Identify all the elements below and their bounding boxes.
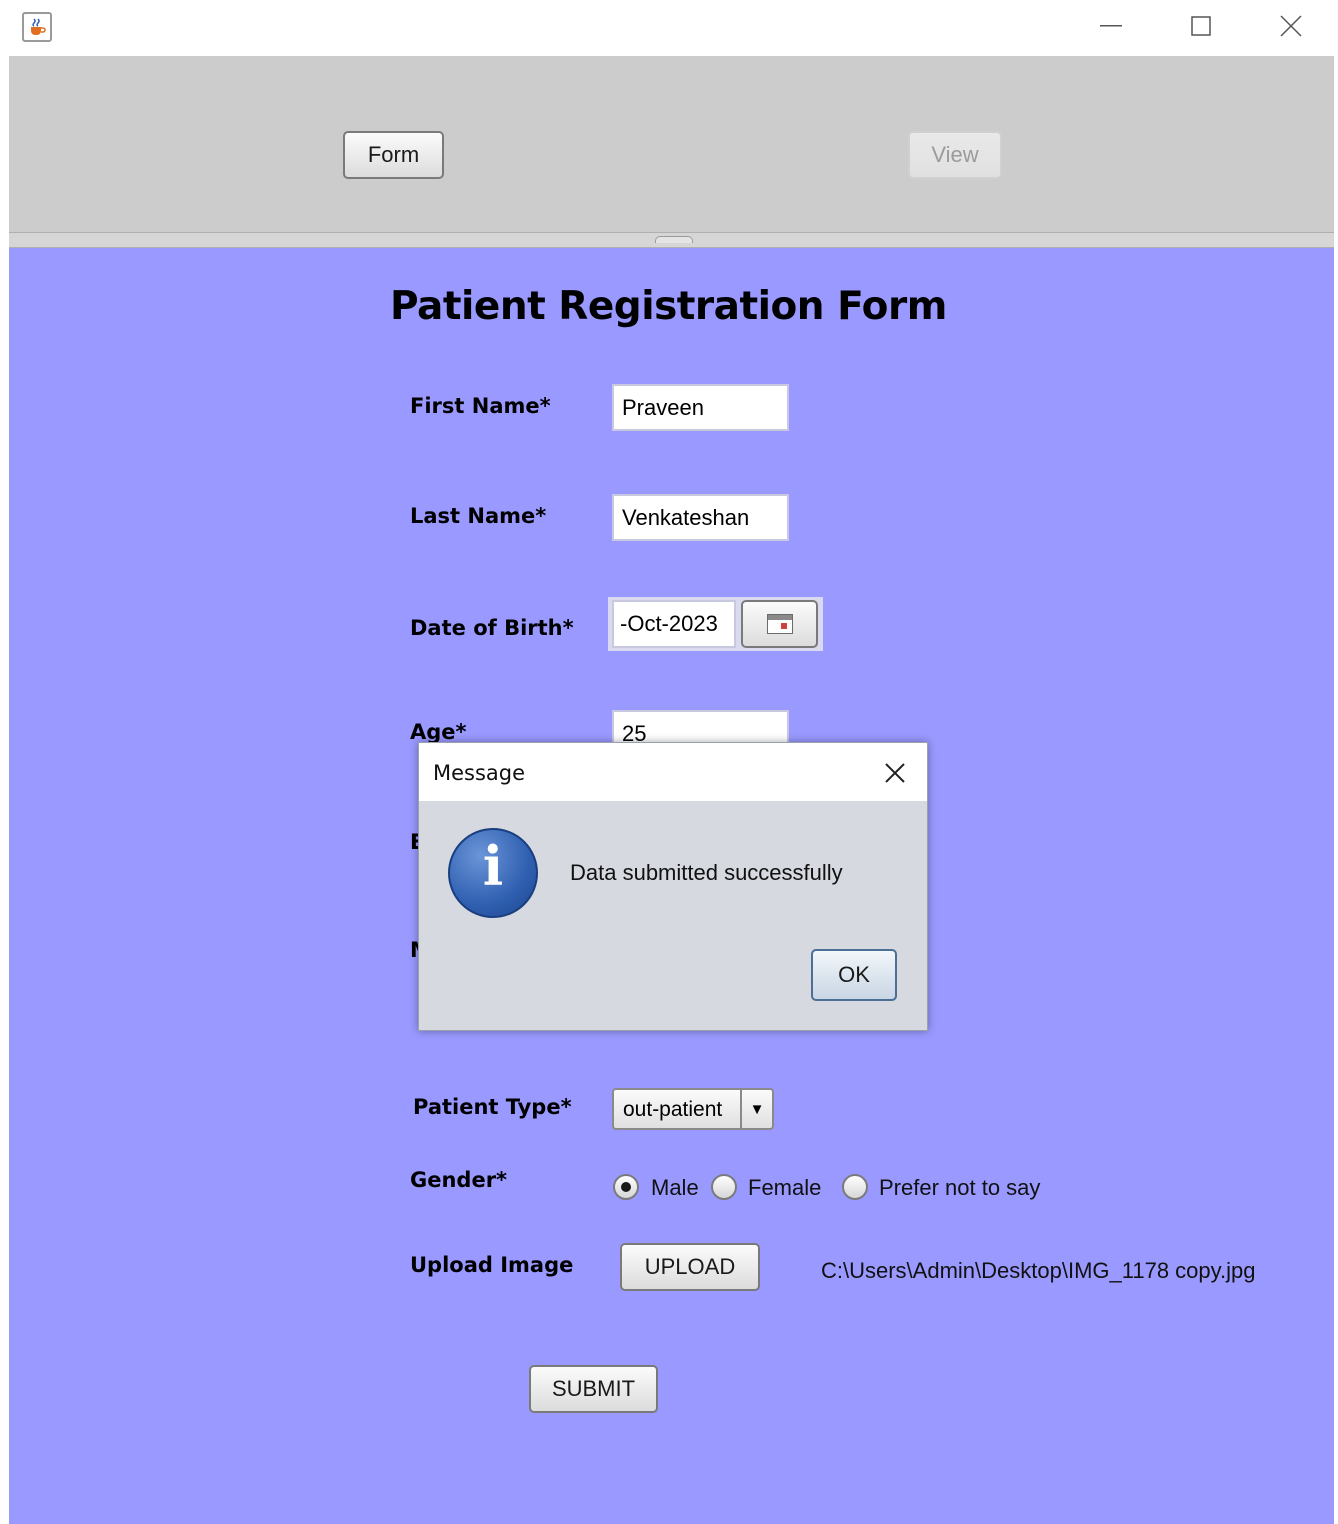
calendar-button[interactable] — [741, 600, 818, 648]
last-name-label: Last Name* — [410, 504, 547, 528]
patient-type-label: Patient Type* — [413, 1095, 572, 1119]
close-icon — [885, 763, 905, 783]
divider-grip[interactable] — [655, 236, 693, 243]
form-button[interactable]: Form — [343, 131, 444, 179]
dob-label: Date of Birth* — [410, 616, 574, 640]
message-dialog: Message i Data submitted successfully OK — [418, 742, 928, 1031]
minimize-button[interactable] — [1088, 0, 1134, 52]
upload-button[interactable]: UPLOAD — [620, 1243, 760, 1291]
dialog-close-button[interactable] — [875, 753, 915, 793]
patient-type-select[interactable]: out-patient ▼ — [612, 1088, 774, 1130]
java-app-icon[interactable] — [22, 12, 52, 42]
form-title: Patient Registration Form — [390, 284, 947, 329]
patient-type-value: out-patient — [623, 1098, 723, 1121]
dialog-title: Message — [433, 761, 526, 785]
gender-option-male[interactable]: Male — [651, 1175, 699, 1201]
maximize-button[interactable] — [1178, 0, 1224, 52]
gender-label: Gender* — [410, 1168, 508, 1192]
dropdown-arrow-icon[interactable]: ▼ — [740, 1090, 772, 1128]
information-icon: i — [448, 828, 538, 918]
last-name-input[interactable]: Venkateshan — [612, 494, 789, 541]
close-button[interactable] — [1268, 0, 1314, 52]
coffee-cup-icon — [31, 18, 46, 35]
close-icon — [1280, 15, 1302, 37]
uploaded-file-path: C:\Users\Admin\Desktop\IMG_1178 copy.jpg — [821, 1258, 1256, 1283]
dob-input[interactable]: -Oct-2023 — [612, 600, 736, 648]
gender-radio-male[interactable] — [613, 1174, 639, 1200]
first-name-label: First Name* — [410, 394, 551, 418]
calendar-icon — [766, 614, 793, 634]
nav-panel — [9, 56, 1334, 232]
minimize-icon — [1100, 25, 1122, 27]
view-button[interactable]: View — [908, 131, 1002, 179]
ok-button[interactable]: OK — [811, 949, 897, 1001]
first-name-input[interactable]: Praveen — [612, 384, 789, 431]
gender-option-prefer-not[interactable]: Prefer not to say — [879, 1175, 1040, 1201]
gender-option-female[interactable]: Female — [748, 1175, 821, 1201]
maximize-icon — [1191, 16, 1211, 36]
dialog-message: Data submitted successfully — [570, 860, 843, 885]
submit-button[interactable]: SUBMIT — [529, 1365, 658, 1413]
window-titlebar — [0, 0, 1338, 56]
gender-radio-female[interactable] — [711, 1174, 737, 1200]
gender-radio-prefer-not[interactable] — [842, 1174, 868, 1200]
age-label: Age* — [410, 720, 467, 744]
upload-image-label: Upload Image — [410, 1253, 574, 1277]
